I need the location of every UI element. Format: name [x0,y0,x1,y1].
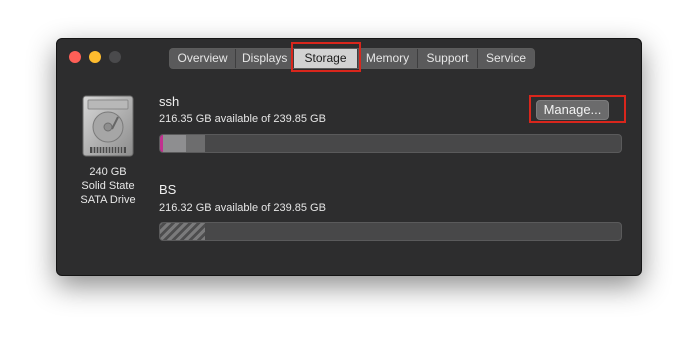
tab-overview[interactable]: Overview [170,49,236,68]
volume-storage-bar [159,134,622,153]
zoom-button[interactable] [109,51,121,63]
storage-tab-highlight [291,42,361,72]
tab-service[interactable]: Service [478,49,534,68]
used-segment-system [163,135,186,152]
drive-type: Solid State [81,180,135,192]
volume-availability: 216.35 GB available of 239.85 GB [159,113,326,125]
drive-info: 240 GB Solid State SATA Drive [63,165,153,207]
tab-displays[interactable]: Displays [236,49,294,68]
volume-storage-bar [159,222,622,241]
drive-interface: SATA Drive [80,194,136,206]
title-bar: Overview Displays Storage Memory Support… [57,39,641,77]
tab-memory[interactable]: Memory [358,49,418,68]
drive-capacity: 240 GB [89,166,127,178]
volume-name: BS [159,182,177,197]
system-info-window: Overview Displays Storage Memory Support… [56,38,642,276]
minimize-button[interactable] [89,51,101,63]
tab-support[interactable]: Support [418,49,478,68]
volume-availability: 216.32 GB available of 239.85 GB [159,202,326,214]
close-button[interactable] [69,51,81,63]
used-segment-apps [186,135,205,152]
manage-button-highlight [529,95,626,123]
hard-drive-icon [82,95,134,157]
used-segment-hatched [160,223,205,240]
volume-name: ssh [159,94,180,109]
